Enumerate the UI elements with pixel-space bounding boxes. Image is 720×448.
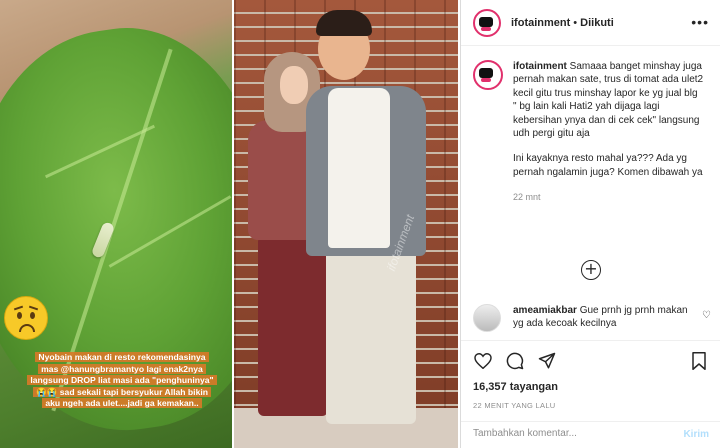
caption-line: langsung DROP liat masi ada "penghuninya… [27, 375, 217, 385]
comment-input[interactable] [473, 428, 663, 439]
man-figure [326, 244, 416, 424]
post-header: ifotainment • Diikuti ••• [461, 0, 720, 46]
caption-text: Ini kayaknya resto mahal ya??? Ada yg pe… [513, 153, 703, 178]
caption-line: 😭😭 sad sekali tapi bersyukur Allah bikin [32, 386, 211, 397]
avatar[interactable] [473, 60, 503, 90]
plus-circle-icon[interactable]: + [581, 260, 601, 280]
add-comment-form: Kirim [461, 421, 720, 448]
man-figure [316, 10, 372, 36]
avatar[interactable] [473, 8, 501, 37]
comment-icon[interactable] [505, 351, 525, 371]
heart-outline-icon[interactable]: ♡ [702, 310, 711, 321]
woman-figure [280, 66, 308, 104]
more-horizontal-icon[interactable]: ••• [691, 14, 709, 30]
view-count[interactable]: 16,357 tayangan [473, 381, 558, 393]
actions-bar: 16,357 tayangan 22 MENIT YANG LALU Kirim [461, 340, 720, 448]
post-timestamp: 22 MENIT YANG LALU [473, 401, 556, 410]
separator: • [573, 16, 578, 29]
follow-status-button[interactable]: Diikuti [580, 17, 614, 29]
avatar[interactable] [473, 304, 501, 332]
caption-line: aku ngeh ada ulet....jadi ga kemakan.. [42, 398, 202, 408]
username-link[interactable]: ifotainment [511, 17, 570, 29]
comment-timestamp[interactable]: 22 mnt [513, 191, 711, 204]
man-figure [328, 88, 390, 248]
bookmark-icon[interactable] [689, 351, 709, 371]
woman-figure [258, 236, 328, 416]
share-icon[interactable] [537, 351, 557, 371]
caption-line: Nyobain makan di resto rekomendasinya [35, 352, 209, 362]
send-button[interactable]: Kirim [683, 429, 709, 440]
caption-username-link[interactable]: ifotainment [513, 61, 567, 72]
post-panel: ifotainment • Diikuti ••• ifotainment Sa… [460, 0, 720, 448]
post-photo: ifotainment [234, 0, 458, 448]
heart-icon[interactable] [473, 351, 493, 371]
story-photo: Nyobain makan di resto rekomendasinya ma… [0, 0, 232, 448]
comment-username-link[interactable]: ameamiakbar [513, 305, 577, 316]
caption-line: mas @hanungbramantyo lagi enak2nya [38, 363, 206, 374]
sad-face-icon [4, 296, 48, 340]
caption-text: " bg lain kali Hati2 yah dijaga lagi keb… [513, 101, 700, 140]
story-caption: Nyobain makan di resto rekomendasinya ma… [18, 352, 226, 410]
